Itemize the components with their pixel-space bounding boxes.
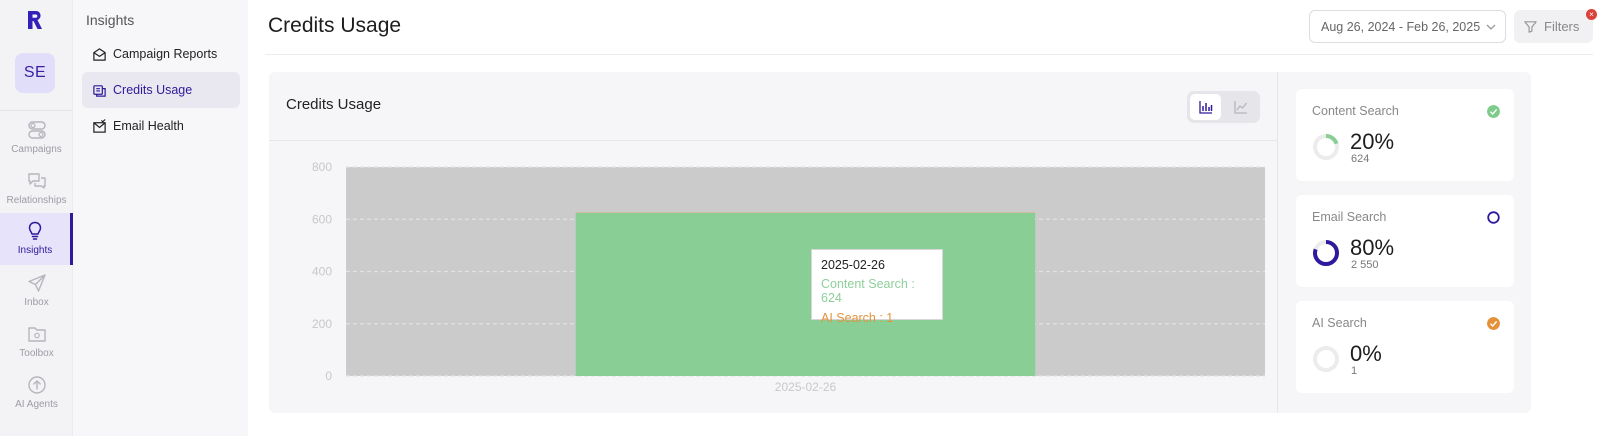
stat-percent: 20% [1350, 129, 1395, 154]
coins-icon [93, 84, 106, 97]
subnav-item-label: Campaign Reports [113, 47, 218, 61]
ring-track [1313, 346, 1339, 372]
card-header-divider [269, 140, 1277, 141]
rail-item-campaigns[interactable]: Campaigns [0, 112, 73, 164]
card-title: Credits Usage [286, 96, 382, 113]
left-rail: SE Campaigns Relationships Insights Inbo… [0, 0, 73, 436]
card-vertical-divider [1277, 72, 1278, 413]
check-circle-icon [1487, 105, 1500, 118]
subnav-item-label: Email Health [113, 119, 184, 133]
folder-icon [27, 327, 46, 342]
tooltip-date: 2025-02-26 [821, 258, 885, 272]
rail-divider [0, 110, 73, 111]
chart-tooltip: 2025-02-26 Content Search : 624 AI Searc… [811, 249, 943, 325]
bar-content-search [575, 212, 1036, 376]
check-circle-icon [1487, 317, 1500, 330]
progress-ring [1313, 240, 1339, 266]
stat-label: Content Search [1312, 104, 1399, 118]
date-range-value: Aug 26, 2024 - Feb 26, 2025 [1321, 19, 1481, 34]
rail-item-label: Toolbox [19, 348, 54, 359]
rail-item-ai-agents[interactable]: AI Agents [0, 367, 73, 419]
tooltip-content-search: Content Search : 624 [821, 277, 915, 305]
progress-ring [1313, 346, 1339, 372]
clear-filters-badge[interactable]: × [1586, 9, 1597, 20]
bar-chart-icon [1198, 101, 1212, 114]
stat-count: 2 550 [1351, 259, 1379, 271]
stat-label: AI Search [1312, 316, 1367, 330]
app: SE Campaigns Relationships Insights Inbo… [0, 0, 1600, 436]
send-icon [27, 274, 46, 292]
stat-card-ai-search: AI Search 0% 1 [1296, 301, 1514, 393]
user-avatar[interactable]: SE [15, 53, 55, 93]
stat-label: Email Search [1312, 210, 1387, 224]
stat-card-email-search: Email Search 80% 2 550 [1296, 195, 1514, 287]
radio-circle-icon [1487, 211, 1500, 224]
subnav-item-campaign-reports[interactable]: Campaign Reports [82, 36, 240, 72]
x-tick-label: 2025-02-26 [775, 380, 837, 394]
filters-button[interactable]: Filters [1514, 10, 1593, 43]
app-logo[interactable] [24, 9, 46, 31]
upload-circle-icon [27, 376, 46, 394]
rail-item-label: AI Agents [15, 399, 58, 410]
y-tick-label: 200 [312, 317, 332, 331]
header-divider [265, 54, 1593, 55]
line-view-button[interactable] [1225, 94, 1256, 120]
rail-item-inbox[interactable]: Inbox [0, 265, 73, 317]
stat-count: 1 [1351, 365, 1358, 377]
y-tick-label: 0 [325, 369, 332, 383]
stat-percent: 0% [1350, 341, 1382, 366]
toggle-icon [27, 121, 46, 139]
rail-item-label: Relationships [6, 195, 67, 206]
progress-ring [1313, 134, 1339, 160]
credits-bar-chart: 0 200 400 600 800 2025-02-26 [312, 160, 1265, 394]
rail-item-insights[interactable]: Insights [0, 213, 73, 265]
stat-card-content-search: Content Search 20% 624 [1296, 89, 1514, 181]
line-chart-icon [1233, 101, 1247, 114]
date-range-picker[interactable]: Aug 26, 2024 - Feb 26, 2025 [1309, 10, 1506, 43]
lightbulb-icon [28, 221, 42, 240]
subnav-item-label: Credits Usage [113, 83, 193, 97]
page-title: Credits Usage [268, 14, 402, 37]
rail-item-toolbox[interactable]: Toolbox [0, 316, 73, 368]
insights-subnav: Insights Campaign Reports Credits Usage … [73, 0, 248, 436]
y-tick-label: 800 [312, 160, 332, 174]
mail-open-icon [93, 47, 106, 61]
filter-icon [1524, 21, 1537, 33]
subnav-item-email-health[interactable]: Email Health [82, 108, 240, 144]
bar-view-button[interactable] [1190, 94, 1221, 120]
subnav-title: Insights [86, 12, 135, 28]
chart-view-toggle [1187, 91, 1260, 123]
rail-item-relationships[interactable]: Relationships [0, 163, 73, 215]
y-tick-label: 600 [312, 212, 332, 226]
tooltip-ai-search: AI Search : 1 [821, 311, 894, 325]
subnav-item-credits-usage[interactable]: Credits Usage [82, 72, 240, 108]
rail-item-label: Inbox [24, 297, 49, 308]
rail-item-label: Campaigns [11, 144, 62, 155]
logo-icon [28, 11, 42, 29]
y-tick-label: 400 [312, 265, 332, 279]
mail-check-icon [93, 118, 106, 133]
filters-label: Filters [1544, 19, 1580, 34]
stat-percent: 80% [1350, 235, 1395, 260]
chevron-down-icon [1486, 24, 1496, 30]
chat-icon [27, 173, 46, 189]
stat-count: 624 [1351, 153, 1370, 165]
rail-item-label: Insights [17, 245, 53, 256]
